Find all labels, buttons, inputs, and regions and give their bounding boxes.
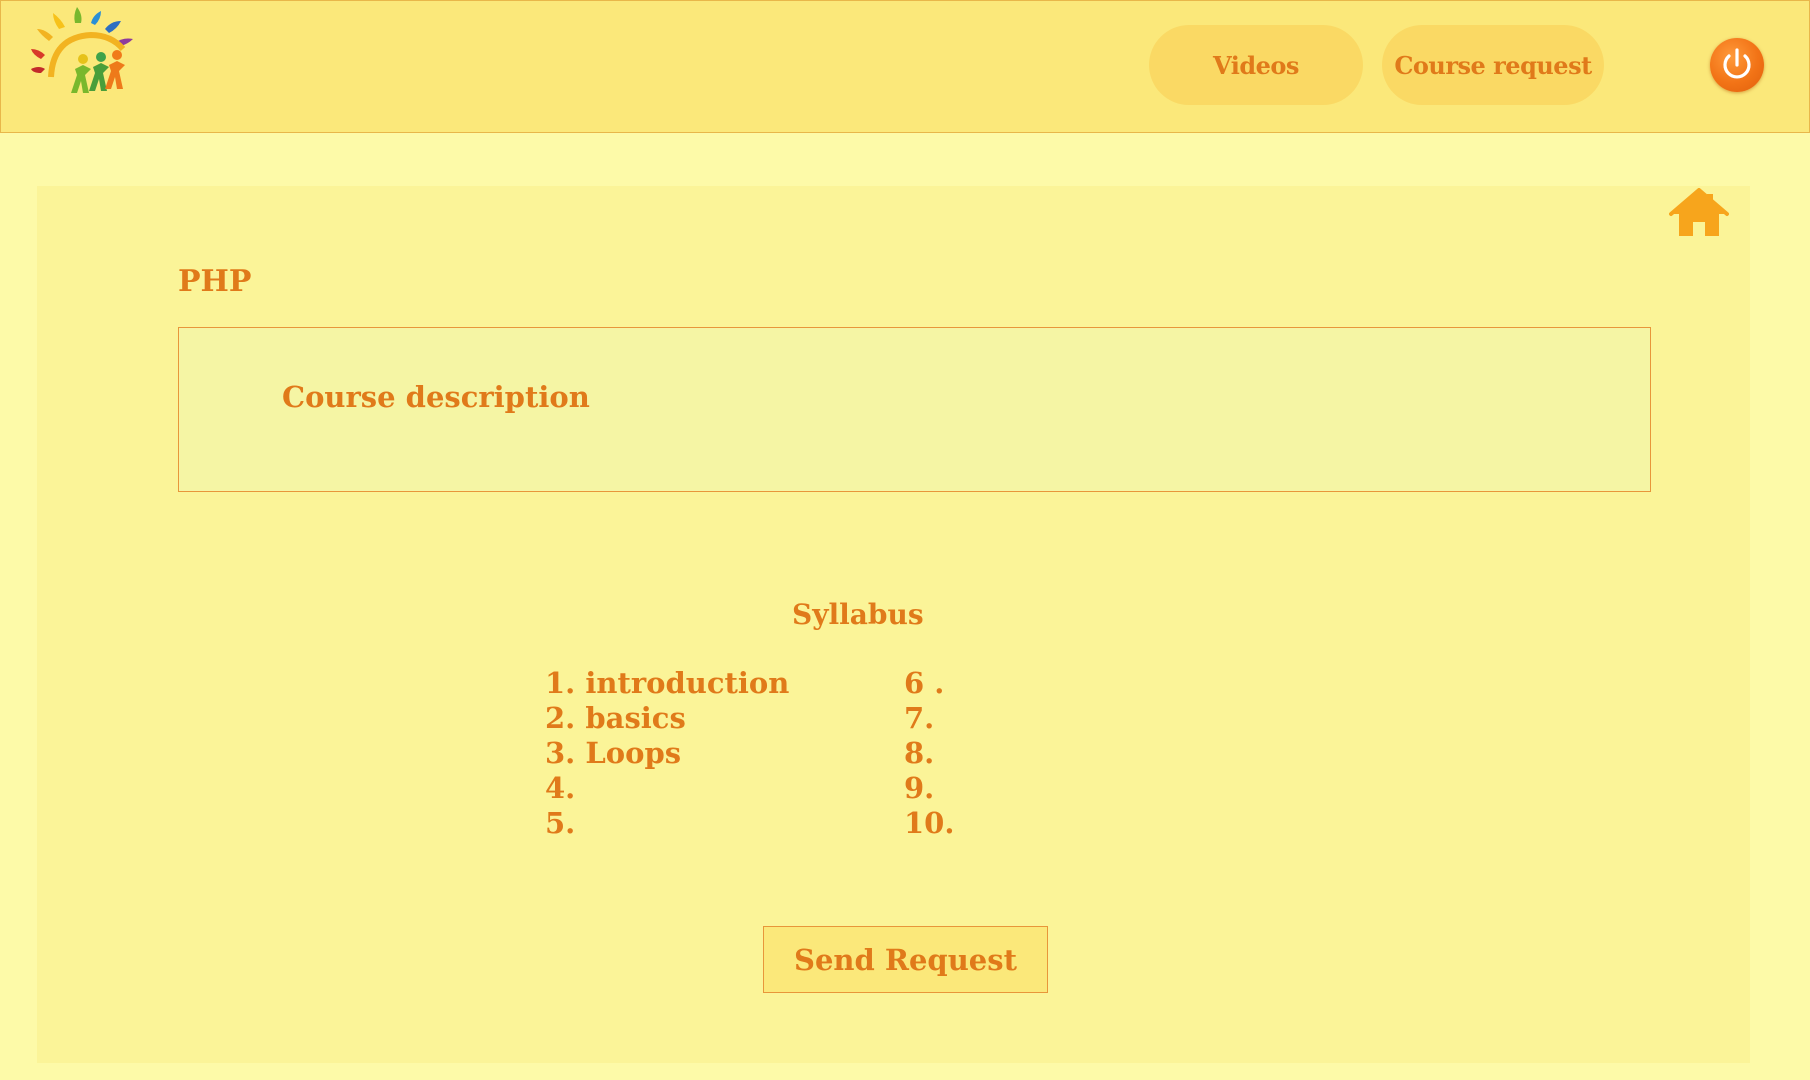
home-icon[interactable] [1669,188,1729,240]
syllabus-item: 10. [904,806,955,840]
send-request-button[interactable]: Send Request [763,926,1048,993]
syllabus-item: 9. [904,771,935,805]
syllabus-column-right: 6 . 7. 8. 9. 10. [904,666,954,841]
nav-videos-button[interactable]: Videos [1149,25,1363,105]
syllabus-item: 8. [904,736,935,770]
course-title: PHP [178,264,252,299]
syllabus-item: 2. basics [545,701,686,735]
syllabus-column-left: 1. introduction 2. basics 3. Loops 4. 5. [545,666,789,841]
syllabus-item: 3. Loops [545,736,682,770]
course-description-heading: Course description [282,380,590,414]
sun-family-logo[interactable] [31,7,151,107]
nav-course-request-button[interactable]: Course request [1382,25,1604,105]
power-button[interactable] [1710,38,1764,92]
syllabus-item: 1. introduction [545,666,790,700]
syllabus-item: 6 . [904,666,945,700]
syllabus-title: Syllabus [792,598,924,631]
syllabus-item: 5. [545,806,576,840]
course-description-box: Course description [178,327,1651,492]
syllabus-item: 7. [904,701,935,735]
syllabus-item: 4. [545,771,576,805]
course-panel: PHP Course description Syllabus 1. intro… [37,186,1750,1063]
power-icon [1723,48,1751,79]
top-header: Videos Course request [0,0,1810,133]
